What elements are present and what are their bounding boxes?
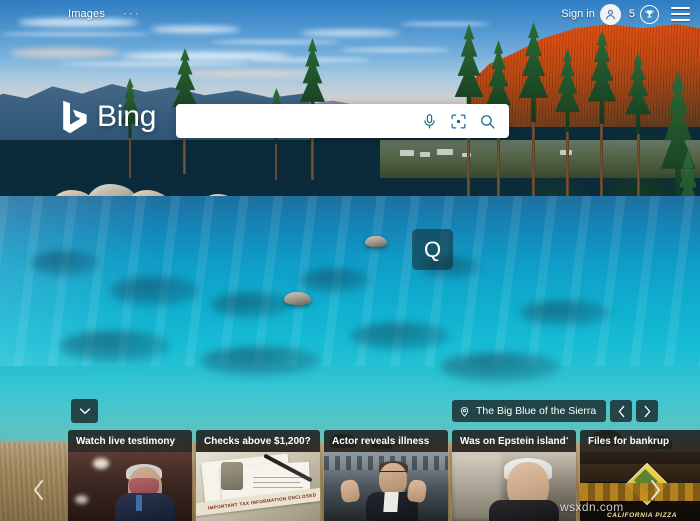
person-coat xyxy=(489,500,560,521)
news-headline: Files for bankrup xyxy=(580,430,700,452)
location-pin-icon xyxy=(460,406,469,417)
nav-link-images[interactable]: Images xyxy=(68,8,105,20)
light-glow xyxy=(92,457,109,469)
nav-more-options[interactable]: ··· xyxy=(123,8,141,20)
cloud xyxy=(340,48,450,52)
rewards-count: 5 xyxy=(628,8,635,20)
nav-right-group: Sign in 5 xyxy=(561,3,690,25)
hamburger-line xyxy=(671,19,690,22)
visual-search-camera-icon[interactable] xyxy=(450,113,467,130)
submerged-rock xyxy=(30,250,100,276)
shoreline-building xyxy=(400,150,414,156)
rewards-group[interactable]: 5 xyxy=(628,4,659,24)
white-haired-man-photo xyxy=(452,452,576,521)
sign-in-label[interactable]: Sign in xyxy=(561,8,595,20)
actor-hands-up-photo xyxy=(324,452,448,521)
news-headline: Watch live testimony xyxy=(68,430,192,452)
news-headline-text: Was on Epstein island? xyxy=(460,435,568,447)
masked-official-photo xyxy=(68,452,192,521)
sign-in-group[interactable]: Sign in xyxy=(561,3,621,25)
eyeglasses xyxy=(379,470,406,477)
necktie xyxy=(136,494,143,511)
nav-left-group: Images ··· xyxy=(68,8,141,20)
submerged-rock xyxy=(110,276,200,306)
bing-b-logo-icon xyxy=(63,100,87,134)
cloud xyxy=(10,48,120,58)
news-card[interactable]: Actor reveals illness xyxy=(324,430,448,521)
search-icon-group xyxy=(421,113,509,130)
news-card[interactable]: Watch live testimony xyxy=(68,430,192,521)
far-shoreline xyxy=(380,140,700,178)
chevron-right-icon xyxy=(644,405,651,417)
chevron-left-icon xyxy=(34,480,43,500)
bing-wordmark: Bing xyxy=(97,100,157,133)
news-card[interactable]: Checks above $1,200? IMPORTANT TAX INFOR… xyxy=(196,430,320,521)
submerged-rock xyxy=(60,330,170,362)
submerged-rock xyxy=(440,352,560,382)
chevron-down-icon xyxy=(79,408,90,414)
person-icon[interactable] xyxy=(599,3,621,25)
news-headline: Actor reveals illness xyxy=(324,430,448,452)
chevron-left-icon xyxy=(618,405,625,417)
news-headline-text: Checks above $1,200? xyxy=(204,435,311,447)
top-navigation: Images ··· Sign in 5 xyxy=(0,0,700,28)
emergent-rock xyxy=(284,292,311,305)
news-card[interactable]: Was on Epstein island? xyxy=(452,430,576,521)
quiz-badge-label: Q xyxy=(423,236,442,262)
hamburger-menu-icon[interactable] xyxy=(671,6,690,22)
bing-logo-row: Bing xyxy=(62,100,156,134)
bing-logo[interactable]: Bing xyxy=(62,100,156,134)
raised-hand xyxy=(339,478,361,503)
search-magnifier-icon[interactable] xyxy=(479,113,496,130)
light-glow xyxy=(75,494,89,504)
shoreline-building xyxy=(437,149,453,155)
news-headline-text: Files for bankrup xyxy=(588,435,670,447)
tax-documents-photo: IMPORTANT TAX INFORMATION ENCLOSED xyxy=(196,452,320,521)
news-strip-next-button[interactable] xyxy=(640,460,670,520)
image-prev-button[interactable] xyxy=(610,400,633,422)
rewards-trophy-icon[interactable] xyxy=(640,4,659,24)
image-next-button[interactable] xyxy=(636,400,659,422)
news-card-strip: Watch live testimony Checks above $1,200… xyxy=(68,430,700,521)
news-headline-text: Actor reveals illness xyxy=(332,435,430,447)
engraving-stamp xyxy=(220,461,243,490)
quiz-q-icon[interactable]: Q xyxy=(412,229,453,270)
news-strip-prev-button[interactable] xyxy=(24,460,54,520)
search-input[interactable] xyxy=(176,104,421,138)
collapse-news-button[interactable] xyxy=(71,399,98,423)
text-line xyxy=(253,476,306,479)
cloud xyxy=(180,70,320,77)
bing-homepage: Images ··· Sign in 5 Bing Q The Big Blue… xyxy=(0,0,700,521)
text-line xyxy=(253,486,303,488)
submerged-rock xyxy=(300,268,370,292)
person-body xyxy=(115,493,176,521)
image-info-bar: The Big Blue of the Sierra xyxy=(452,400,659,422)
hamburger-line xyxy=(671,6,690,9)
text-line xyxy=(253,481,301,483)
cloud xyxy=(0,32,150,36)
search-box[interactable] xyxy=(176,104,509,138)
cloud xyxy=(210,40,340,44)
news-headline: Checks above $1,200? xyxy=(196,430,320,452)
microphone-icon[interactable] xyxy=(421,113,438,130)
news-headline-text: Watch live testimony xyxy=(76,435,176,447)
submerged-rock xyxy=(520,300,610,326)
cloud xyxy=(300,30,400,36)
cloud xyxy=(60,62,250,66)
submerged-rock xyxy=(200,346,320,376)
emergent-rock xyxy=(365,236,387,247)
news-headline: Was on Epstein island? xyxy=(452,430,576,452)
image-title-chip[interactable]: The Big Blue of the Sierra xyxy=(452,400,607,422)
hamburger-line xyxy=(671,12,690,16)
submerged-rock xyxy=(210,292,290,318)
shirt xyxy=(382,492,399,513)
image-title-text: The Big Blue of the Sierra xyxy=(476,405,597,417)
raised-hand xyxy=(406,478,428,503)
watermark: wsxdn.com xyxy=(560,500,624,514)
submerged-rock xyxy=(350,322,450,350)
shoreline-building xyxy=(420,152,430,157)
chevron-right-icon xyxy=(651,480,660,500)
